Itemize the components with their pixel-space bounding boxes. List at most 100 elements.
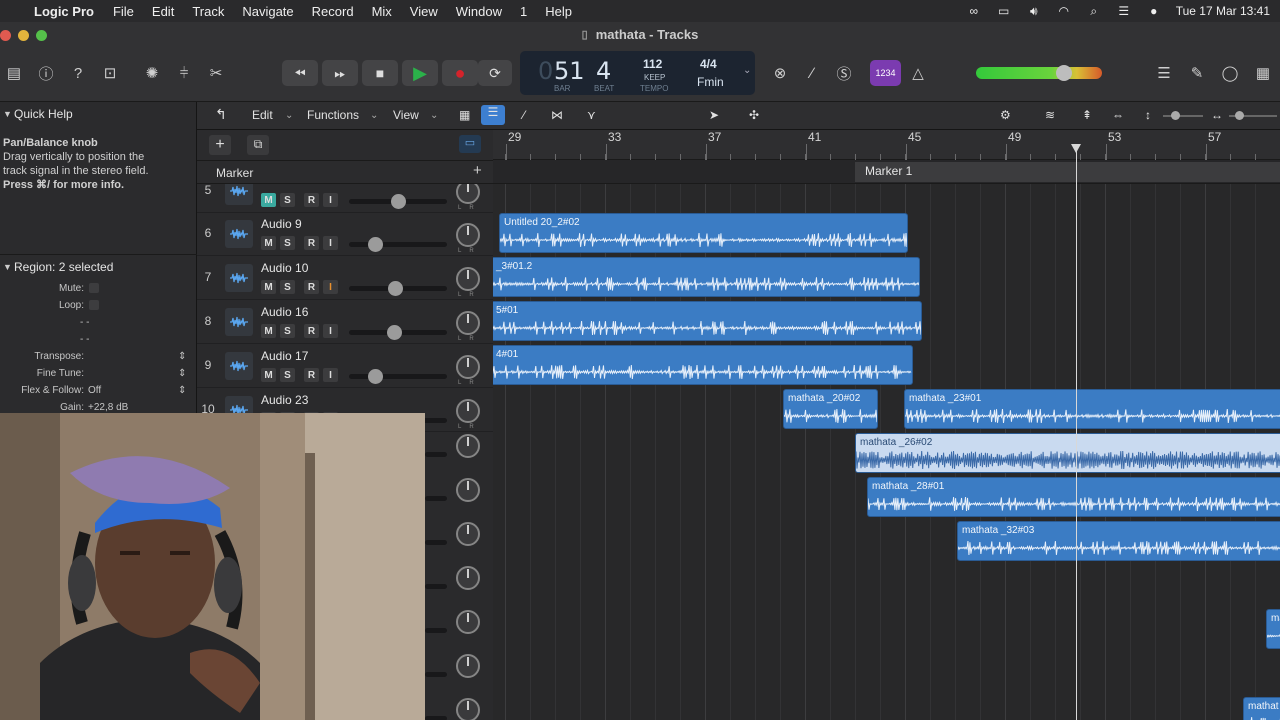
search-icon[interactable]: ⌕ xyxy=(1086,5,1102,17)
audio-region[interactable]: mathata xyxy=(1266,609,1280,649)
pan-knob[interactable] xyxy=(456,434,480,458)
metronome-icon[interactable]: △ xyxy=(904,60,932,86)
pan-knob[interactable] xyxy=(456,184,480,204)
pan-knob[interactable] xyxy=(456,223,480,247)
tracks-area[interactable]: Untitled 20_2#02 _3#01.2 5#01 4#01 matha… xyxy=(493,184,1280,720)
audio-region[interactable]: mathata _20#02 xyxy=(783,389,878,429)
volume-fader[interactable] xyxy=(425,672,447,677)
add-track-button[interactable]: + xyxy=(209,135,231,155)
input-monitor-button[interactable]: I xyxy=(323,193,338,207)
track-name[interactable]: Audio 10 xyxy=(261,261,308,275)
mute-checkbox[interactable] xyxy=(89,283,99,293)
smart-controls-icon[interactable]: ✺ xyxy=(138,60,166,86)
quick-help-header[interactable]: ▼ Quick Help xyxy=(0,102,196,126)
add-marker-icon[interactable]: + xyxy=(473,162,482,179)
volume-fader-knob[interactable] xyxy=(391,194,406,209)
editors-scissors-icon[interactable]: ✂ xyxy=(202,60,230,86)
pan-knob[interactable] xyxy=(456,566,480,590)
cycle-button[interactable]: ⟳ xyxy=(478,60,512,86)
volume-fader[interactable] xyxy=(425,496,447,501)
volume-fader[interactable] xyxy=(349,325,447,340)
record-enable-button[interactable]: R xyxy=(304,236,319,250)
track-name[interactable]: Audio 17 xyxy=(261,349,308,363)
menu-navigate[interactable]: Navigate xyxy=(233,4,302,19)
flex-icon[interactable]: ⋈ xyxy=(551,108,563,122)
playhead[interactable] xyxy=(1076,148,1077,720)
audio-waveform-icon[interactable] xyxy=(225,184,253,205)
track-name[interactable]: Audio 16 xyxy=(261,305,308,319)
track-header[interactable]: 9 Audio 17 M S R I LR xyxy=(197,344,493,388)
input-monitor-button[interactable]: I xyxy=(323,280,338,294)
wifi-icon[interactable]: ◠ xyxy=(1056,5,1072,17)
volume-icon[interactable]: 🔊︎ xyxy=(1026,5,1042,17)
audio-region[interactable]: 4#01 xyxy=(493,345,913,385)
input-monitor-button[interactable]: I xyxy=(323,368,338,382)
menu-mix[interactable]: Mix xyxy=(363,4,401,19)
audio-region[interactable]: mathata _23#01 xyxy=(904,389,1280,429)
solo-button[interactable]: S xyxy=(280,368,295,382)
back-arrow-icon[interactable]: ↰ xyxy=(215,106,227,123)
horizontal-zoom-icon[interactable]: ↔ xyxy=(1211,108,1223,122)
replace-icon[interactable]: ⊗ xyxy=(766,60,794,86)
loop-browser-icon[interactable]: ◯ xyxy=(1216,60,1244,86)
track-name[interactable]: Audio 9 xyxy=(261,217,302,231)
solo-icon[interactable]: Ⓢ xyxy=(830,60,858,86)
menu-window[interactable]: Window xyxy=(447,4,511,19)
browser-icon[interactable]: ▦ xyxy=(1249,60,1277,86)
volume-fader[interactable] xyxy=(425,452,447,457)
global-tracks-icon[interactable]: ▭ xyxy=(459,135,481,153)
mute-button[interactable]: M xyxy=(261,193,276,207)
horizontal-zoom-slider[interactable] xyxy=(1229,111,1277,120)
lcd-key[interactable]: Fmin xyxy=(697,75,724,89)
audio-region[interactable]: mathata _28#01 xyxy=(867,477,1280,517)
chevron-down-icon[interactable]: ⌄ xyxy=(370,110,378,121)
marker-track-header[interactable]: Marker + xyxy=(197,160,493,184)
input-monitor-button[interactable]: I xyxy=(323,236,338,250)
volume-fader[interactable] xyxy=(349,281,447,296)
chevron-down-icon[interactable]: ⌄ xyxy=(285,110,293,121)
count-in-button[interactable]: 1234 xyxy=(870,60,901,86)
pan-knob[interactable] xyxy=(456,654,480,678)
pencil-tool-icon[interactable]: ✣ xyxy=(749,108,759,122)
audio-waveform-icon[interactable] xyxy=(225,220,253,248)
menu-track[interactable]: Track xyxy=(183,4,233,19)
quantize-value[interactable]: - - xyxy=(80,317,89,328)
audio-region[interactable]: mathata _32#03 xyxy=(957,521,1280,561)
record-enable-button[interactable]: R xyxy=(304,193,319,207)
mute-button[interactable]: M xyxy=(261,280,276,294)
zoom-window-button[interactable] xyxy=(36,30,47,41)
quick-help-icon[interactable]: ? xyxy=(64,60,92,86)
volume-fader[interactable] xyxy=(349,237,447,252)
lcd-tempo[interactable]: 112 xyxy=(643,57,662,71)
pan-knob[interactable] xyxy=(456,478,480,502)
automation-icon[interactable]: ⁄ xyxy=(523,108,525,122)
stop-button[interactable]: ■ xyxy=(362,60,398,86)
edit-menu[interactable]: Edit xyxy=(252,108,273,122)
track-name[interactable]: Audio 23 xyxy=(261,393,308,407)
duplicate-track-icon[interactable]: ⧉ xyxy=(247,135,269,155)
view-menu[interactable]: View xyxy=(393,108,419,122)
menu-file[interactable]: File xyxy=(104,4,143,19)
close-window-button[interactable] xyxy=(0,30,11,41)
pan-knob[interactable] xyxy=(456,522,480,546)
track-header[interactable]: 5 M S R I LR xyxy=(197,184,493,213)
volume-fader-knob[interactable] xyxy=(368,237,383,252)
gear-icon[interactable]: ⚙ xyxy=(1000,108,1011,122)
disclosure-triangle-icon[interactable]: ▼ xyxy=(3,262,12,272)
notepad-icon[interactable]: ✎ xyxy=(1183,60,1211,86)
list-editors-icon[interactable]: ☰ xyxy=(1150,60,1178,86)
volume-fader[interactable] xyxy=(425,628,447,633)
audio-region[interactable]: mathat xyxy=(1243,697,1280,720)
grid-view-icon[interactable]: ▦ xyxy=(459,108,470,122)
vertical-zoom-knob[interactable] xyxy=(1171,111,1180,120)
region-inspector-header[interactable]: ▼ Region: 2 selected xyxy=(0,254,197,278)
solo-button[interactable]: S xyxy=(280,193,295,207)
menu-view[interactable]: View xyxy=(401,4,447,19)
lcd-signature[interactable]: 4/4 xyxy=(700,57,717,71)
volume-fader[interactable] xyxy=(425,540,447,545)
pan-knob[interactable] xyxy=(456,267,480,291)
track-header[interactable]: 7 Audio 10 M S R I LR xyxy=(197,256,493,300)
record-enable-button[interactable]: R xyxy=(304,280,319,294)
vertical-zoom-slider[interactable] xyxy=(1163,111,1203,120)
mute-button[interactable]: M xyxy=(261,324,276,338)
